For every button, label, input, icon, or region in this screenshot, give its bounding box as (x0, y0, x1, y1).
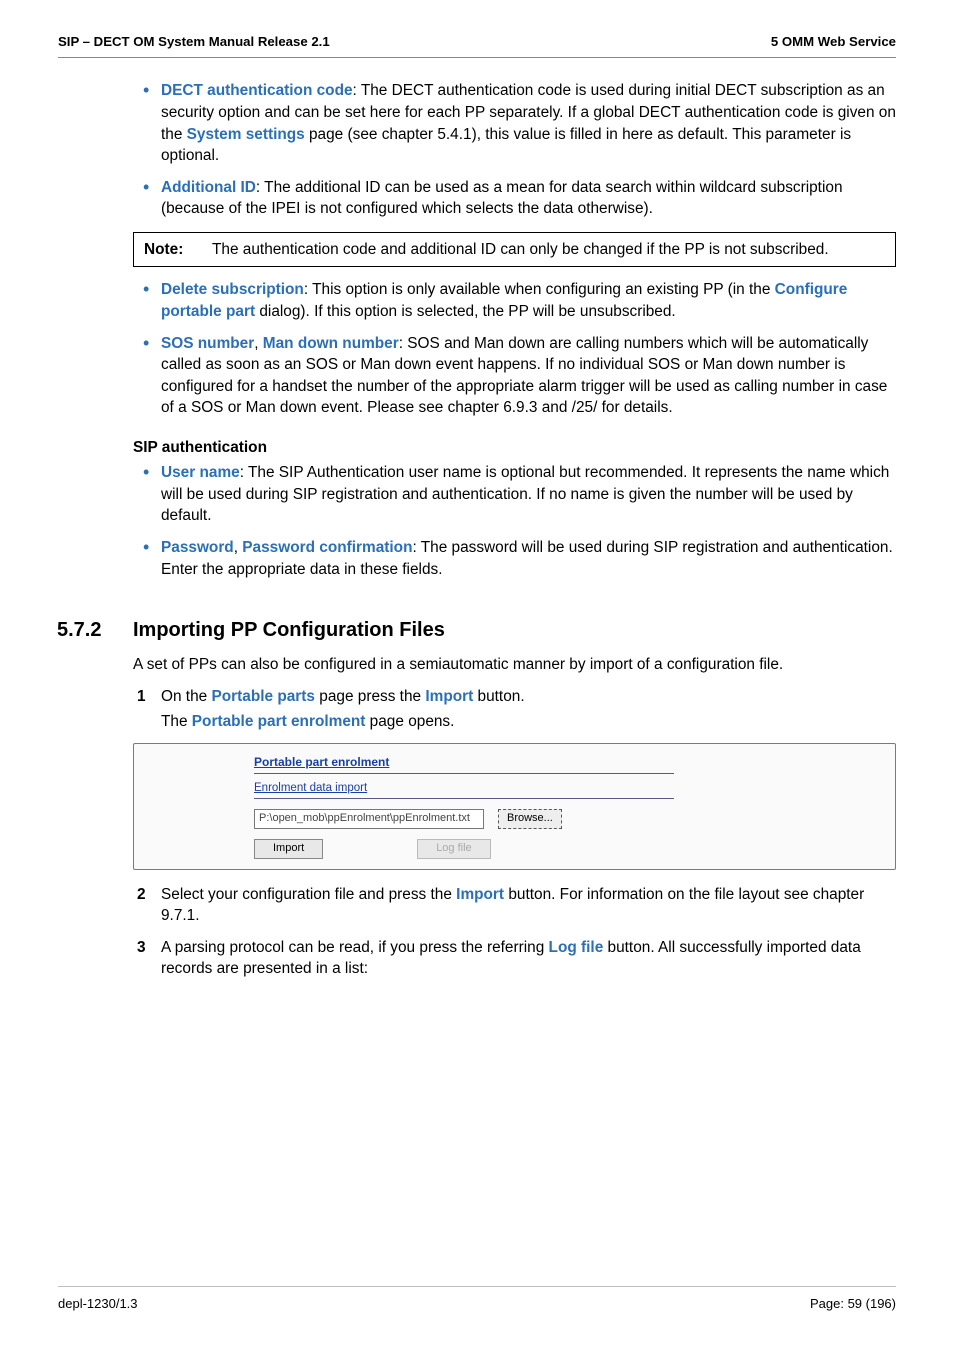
term-delete-subscription: Delete subscription (161, 281, 304, 298)
step-3: A parsing protocol can be read, if you p… (161, 937, 896, 980)
figure-enrolment: Portable part enrolment Enrolment data i… (133, 743, 896, 870)
section-title: Importing PP Configuration Files (133, 616, 445, 644)
bullet-additional-id: Additional ID: The additional ID can be … (161, 177, 896, 220)
figure-subtitle: Enrolment data import (254, 780, 674, 799)
note-label: Note: (144, 239, 212, 261)
bullet-list-2: Delete subscription: This option is only… (133, 279, 896, 418)
link-log-file: Log file (549, 939, 604, 956)
page-header: SIP – DECT OM System Manual Release 2.1 … (58, 33, 896, 58)
step-2: Select your configuration file and press… (161, 884, 896, 927)
bullet-sos-mandown: SOS number, Man down number: SOS and Man… (161, 333, 896, 419)
link-portable-parts: Portable parts (211, 688, 315, 705)
link-system-settings: System settings (187, 126, 305, 143)
section-heading: 5.7.2 Importing PP Configuration Files (133, 616, 896, 644)
page-content: DECT authentication code: The DECT authe… (58, 58, 896, 980)
term-user-name: User name (161, 464, 240, 481)
term-additional-id: Additional ID (161, 179, 256, 196)
file-path-input[interactable]: P:\open_mob\ppEnrolment\ppEnrolment.txt (254, 809, 484, 829)
text: : The SIP Authentication user name is op… (161, 464, 889, 524)
sep: , (254, 335, 263, 352)
footer-right: Page: 59 (196) (810, 1295, 896, 1313)
bullet-user-name: User name: The SIP Authentication user n… (161, 462, 896, 527)
text: : This option is only available when con… (304, 281, 775, 298)
header-left: SIP – DECT OM System Manual Release 2.1 (58, 33, 330, 51)
note-box: Note: The authentication code and additi… (133, 232, 896, 268)
text: Select your configuration file and press… (161, 886, 456, 903)
bullet-dect-auth-code: DECT authentication code: The DECT authe… (161, 80, 896, 166)
bullet-list-3: User name: The SIP Authentication user n… (133, 462, 896, 580)
term-dect-auth-code: DECT authentication code (161, 82, 353, 99)
term-password: Password (161, 539, 234, 556)
section-number: 5.7.2 (57, 616, 133, 644)
subheading-sip-auth: SIP authentication (133, 437, 896, 459)
term-man-down-number: Man down number (263, 335, 399, 352)
sep: , (234, 539, 243, 556)
text: page opens. (365, 713, 454, 730)
term-password-confirmation: Password confirmation (242, 539, 412, 556)
text: : The additional ID can be used as a mea… (161, 179, 843, 218)
note-text: The authentication code and additional I… (212, 239, 885, 261)
text: A parsing protocol can be read, if you p… (161, 939, 549, 956)
text: On the (161, 688, 211, 705)
footer-left: depl-1230/1.3 (58, 1295, 138, 1313)
text: dialog). If this option is selected, the… (255, 303, 676, 320)
browse-button[interactable]: Browse... (498, 809, 562, 829)
bullet-password: Password, Password confirmation: The pas… (161, 537, 896, 580)
term-sos-number: SOS number (161, 335, 254, 352)
header-right: 5 OMM Web Service (771, 33, 896, 51)
link-import: Import (456, 886, 504, 903)
text: page press the (315, 688, 425, 705)
step-1: On the Portable parts page press the Imp… (161, 686, 896, 870)
link-portable-part-enrolment: Portable part enrolment (192, 713, 366, 730)
import-button[interactable]: Import (254, 839, 323, 859)
page-footer: depl-1230/1.3 Page: 59 (196) (58, 1286, 896, 1313)
log-file-button[interactable]: Log file (417, 839, 490, 859)
text: button. (473, 688, 524, 705)
step-list: On the Portable parts page press the Imp… (133, 686, 896, 980)
link-import: Import (425, 688, 473, 705)
text: The (161, 713, 192, 730)
figure-title: Portable part enrolment (254, 754, 674, 774)
bullet-delete-subscription: Delete subscription: This option is only… (161, 279, 896, 322)
intro-paragraph: A set of PPs can also be configured in a… (133, 654, 896, 676)
bullet-list-1: DECT authentication code: The DECT authe… (133, 80, 896, 219)
